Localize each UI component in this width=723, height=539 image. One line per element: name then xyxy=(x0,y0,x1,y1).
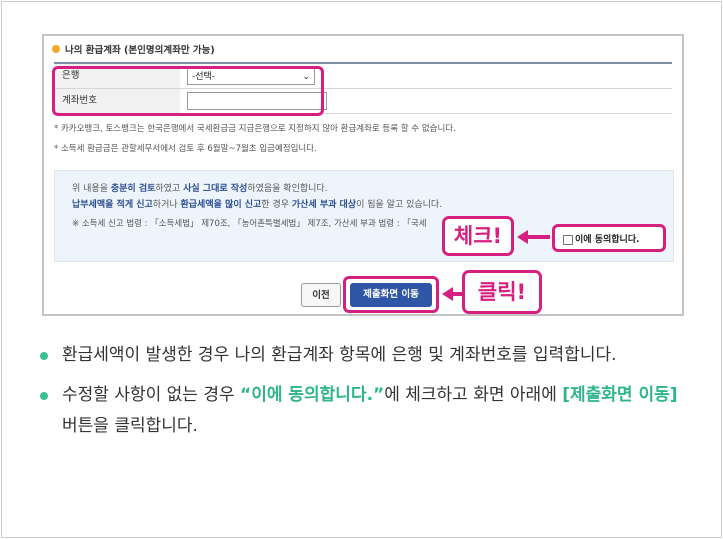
submit-screen-button[interactable]: 제출화면 이동 xyxy=(350,283,432,307)
instruction-item: 수정할 사항이 없는 경우 “이에 동의합니다.”에 체크하고 화면 아래에 [… xyxy=(40,380,690,442)
bullet-circle-icon xyxy=(40,392,48,400)
agreement-text: 한 경우 xyxy=(261,200,292,210)
agree-checkbox-label[interactable]: 이에 동의합니다. xyxy=(575,232,640,245)
note-kakao-toss: * 카카오뱅크, 토스뱅크는 한국은행에서 국세환급금 지급은행으로 지정하지 … xyxy=(54,124,456,134)
agree-checkbox[interactable] xyxy=(563,235,573,245)
agreement-emphasis: 납부세액을 적게 신고 xyxy=(72,200,153,210)
instruction-highlight: “이에 동의합니다.” xyxy=(240,385,385,405)
instruction-text: 수정할 사항이 없는 경우 xyxy=(62,385,241,405)
agreement-text: 이 됨을 알고 있습니다. xyxy=(356,200,443,210)
agreement-text: 위 내용을 xyxy=(72,184,111,194)
instruction-text: 에 체크하고 화면 아래에 xyxy=(384,385,563,405)
agreement-emphasis: 가산세 부과 대상 xyxy=(291,200,357,210)
instruction-item: 환급세액이 발생한 경우 나의 환급계좌 항목에 은행 및 계좌번호를 입력합니… xyxy=(40,340,690,371)
section-title-text: 나의 환급계좌 (본인명의계좌만 가능) xyxy=(65,45,215,56)
instruction-list: 환급세액이 발생한 경우 나의 환급계좌 항목에 은행 및 계좌번호를 입력합니… xyxy=(40,340,690,451)
click-callout: 클릭! xyxy=(462,270,542,314)
form-screenshot: 나의 환급계좌 (본인명의계좌만 가능) 은행 -선택- ⌄ 계좌번호 * 카카… xyxy=(42,34,684,316)
instruction-text: 환급세액이 발생한 경우 나의 환급계좌 항목에 은행 및 계좌번호를 입력합니… xyxy=(62,345,617,365)
instruction-text: 버튼을 클릭합니다. xyxy=(62,416,198,436)
agreement-emphasis: 환급세액을 많이 신고 xyxy=(180,200,262,210)
agreement-text: 하거나 xyxy=(152,200,181,210)
agree-checkbox-highlight: 이에 동의합니다. xyxy=(552,224,666,252)
instruction-highlight: [제출화면 이동] xyxy=(562,385,678,405)
form-highlight-box xyxy=(52,66,324,116)
check-callout: 체크! xyxy=(442,216,514,256)
agreement-line-2: 납부세액을 적게 신고하거나 환급세액을 많이 신고한 경우 가산세 부과 대상… xyxy=(72,197,442,210)
law-reference: ※ 소득세 신고 법령 : 「소득세법」 제70조, 「농어촌특별세법」 제7조… xyxy=(72,219,427,229)
bullet-circle-icon xyxy=(40,352,48,360)
section-title: 나의 환급계좌 (본인명의계좌만 가능) xyxy=(52,42,215,56)
agreement-emphasis: 사실 그대로 작성 xyxy=(183,184,248,194)
prev-button[interactable]: 이전 xyxy=(301,283,341,307)
arrow-shaft xyxy=(526,235,550,239)
agreement-text: 하였음을 확인합니다. xyxy=(247,184,328,194)
agreement-text: 하였고 xyxy=(155,184,184,194)
bullet-circle-icon xyxy=(52,45,60,53)
arrow-left-icon xyxy=(517,230,528,244)
agreement-emphasis: 충분히 검토 xyxy=(110,184,156,194)
note-refund-schedule: * 소득세 환급금은 관할세무서에서 검토 후 6월말~7월초 입금예정입니다. xyxy=(54,144,317,154)
agreement-line-1: 위 내용을 충분히 검토하였고 사실 그대로 작성하였음을 확인합니다. xyxy=(72,181,328,194)
